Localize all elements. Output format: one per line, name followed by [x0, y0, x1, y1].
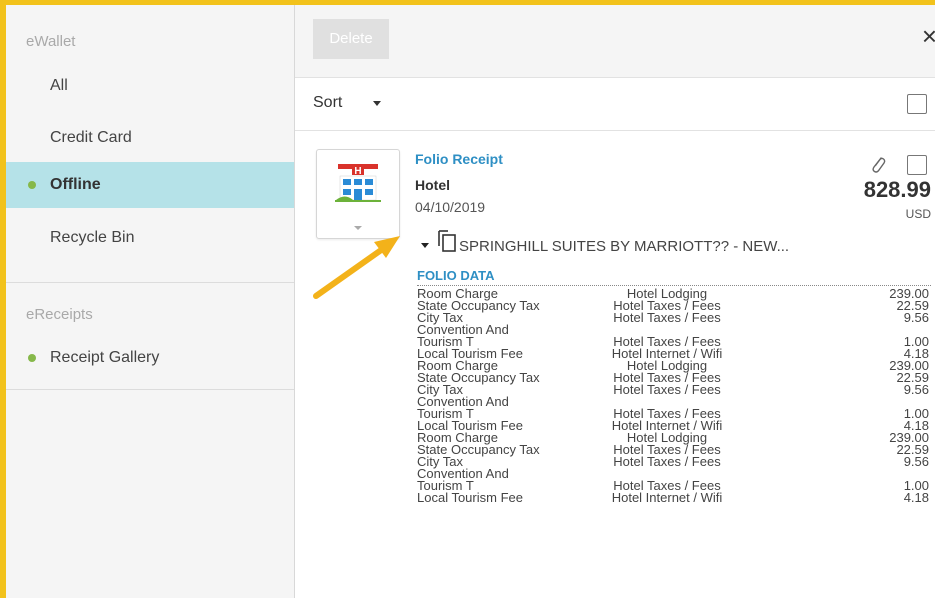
ereceipts-section-header: eReceipts	[26, 306, 93, 323]
receipt-amount: 828.99	[863, 177, 931, 202]
folio-type: Hotel Taxes / Fees	[613, 382, 721, 397]
folio-table: Room Charge Hotel Lodging 239.00 State Occu…	[417, 287, 929, 505]
toolbar: Delete ×	[295, 5, 935, 78]
folio-description: Convention And Tourism T	[417, 394, 509, 421]
folio-description: Local Tourism Fee	[417, 490, 523, 505]
hotel-icon: H	[335, 164, 381, 230]
top-highlight-strip	[0, 0, 935, 5]
delete-button[interactable]: Delete	[313, 19, 389, 59]
select-all-checkbox[interactable]	[907, 94, 927, 114]
table-row: Convention And Tourism T Hotel Taxes / Fe…	[417, 394, 929, 421]
sort-bar: Sort	[295, 78, 935, 131]
status-dot-icon	[28, 181, 36, 189]
table-row: Convention And Tourism T Hotel Taxes / Fe…	[417, 322, 929, 349]
folio-description: Convention And Tourism T	[417, 322, 509, 349]
folio-type: Hotel Taxes / Fees	[613, 454, 721, 469]
chevron-down-icon[interactable]	[421, 243, 429, 248]
copy-icon[interactable]	[437, 229, 457, 253]
chevron-down-icon[interactable]	[373, 101, 381, 106]
ewallet-section-header: eWallet	[26, 33, 76, 50]
folio-amount: 9.56	[903, 310, 929, 325]
sidebar-item-label: Receipt Gallery	[50, 349, 160, 366]
svg-text:H: H	[354, 166, 361, 177]
app-window: eWallet All Credit Card Offline Recycle …	[0, 0, 935, 598]
sidebar-item-receipt-gallery[interactable]: Receipt Gallery	[6, 335, 294, 381]
folio-type: Hotel Taxes / Fees	[613, 310, 721, 325]
receipt-title-link[interactable]: Folio Receipt	[415, 151, 503, 167]
table-row: Convention And Tourism T Hotel Taxes / Fe…	[417, 466, 929, 493]
sidebar-item-label: Offline	[50, 176, 101, 193]
merchant-name: SPRINGHILL SUITES BY MARRIOTT?? - NEW...	[459, 238, 790, 255]
close-icon[interactable]: ×	[922, 21, 935, 51]
arrow-annotation-icon	[313, 236, 400, 299]
sidebar-item-label: Recycle Bin	[50, 229, 135, 246]
receipt-date: 04/10/2019	[415, 199, 486, 215]
folio-amount: 4.18	[903, 490, 929, 505]
table-row: Local Tourism Fee Hotel Internet / Wifi 4.…	[417, 490, 929, 505]
sidebar-item-label: Credit Card	[50, 129, 132, 146]
sidebar-item-label: All	[50, 77, 68, 94]
receipt-checkbox[interactable]	[907, 155, 927, 175]
folio-description: Convention And Tourism T	[417, 466, 509, 493]
sidebar-item-offline[interactable]: Offline	[6, 162, 294, 208]
sidebar-item-recycle-bin[interactable]: Recycle Bin	[6, 215, 294, 261]
folio-data-header: FOLIO DATA	[417, 268, 495, 283]
sidebar: eWallet All Credit Card Offline Recycle …	[6, 5, 295, 598]
paperclip-icon[interactable]	[870, 155, 886, 175]
status-dot-icon	[28, 354, 36, 362]
folio-amount: 9.56	[903, 454, 929, 469]
sort-label[interactable]: Sort	[313, 94, 342, 112]
receipt-thumbnail[interactable]: H	[316, 149, 400, 239]
sidebar-item-credit-card[interactable]: Credit Card	[6, 115, 294, 161]
receipt-category: Hotel	[415, 177, 450, 193]
folio-type: Hotel Internet / Wifi	[611, 490, 723, 505]
sidebar-item-all[interactable]: All	[6, 63, 294, 109]
sidebar-divider	[6, 282, 294, 283]
folio-amount: 9.56	[903, 382, 929, 397]
receipt-currency: USD	[905, 207, 931, 221]
merchant-row[interactable]: SPRINGHILL SUITES BY MARRIOTT?? - NEW...	[415, 229, 935, 259]
sidebar-divider	[6, 389, 294, 390]
